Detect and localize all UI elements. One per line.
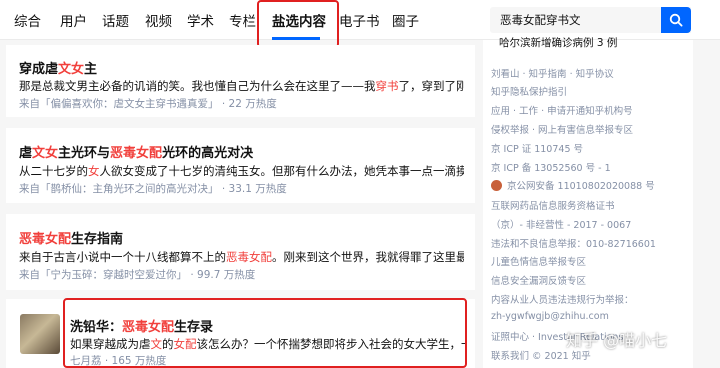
result-card[interactable]: 恶毒女配生存指南 来自于古言小说中一个十八线都算不上的恶毒女配。刚来到这个世界，… xyxy=(6,214,475,290)
keyword-highlight: 文女 xyxy=(32,146,59,161)
result-meta: 来自「偏偏喜欢你：虐文女主穿书遇真爱」 · 22 万热度 xyxy=(19,98,277,110)
result-meta: 来自「鹊桥仙：主角光环之间的高光对决」 · 33.1 万热度 xyxy=(19,183,287,195)
result-title[interactable]: 虐文女主光环与恶毒女配光环的高光对决 xyxy=(19,142,253,161)
result-thumbnail[interactable] xyxy=(20,314,60,354)
search-icon xyxy=(669,13,683,27)
tab-ebooks[interactable]: 电子书 xyxy=(339,10,380,30)
security-feedback[interactable]: 信息安全漏洞反馈专区 xyxy=(491,273,586,287)
result-card[interactable]: 穿成虐文女主 那是总裁文男主必备的讥诮的笑。我也懂自己为什么会在这里了——我穿书… xyxy=(6,45,475,117)
watermark: 知乎 @喵小七 xyxy=(566,331,668,350)
police-record: 京公网安备 11010802020088 号 xyxy=(491,178,655,192)
annotation-box-result xyxy=(63,298,467,368)
result-excerpt: 那是总裁文男主必备的讥诮的笑。我也懂自己为什么会在这里了——我穿书了，穿到了刚看… xyxy=(19,78,464,94)
text-segment: 生存指南 xyxy=(71,232,124,247)
report-link[interactable]: 侵权举报 · 网上有害信息举报专区 xyxy=(491,122,633,136)
drug-cert: 互联网药品信息服务资格证书 xyxy=(491,201,615,212)
privacy-link[interactable]: 知乎隐私保护指引 xyxy=(491,84,567,98)
illegal-report[interactable]: 违法和不良信息举报：010-82716601 xyxy=(491,236,656,250)
tab-circles[interactable]: 圈子 xyxy=(392,10,419,30)
footer-links-text[interactable]: 刘看山 · 知乎指南 · 知乎协议 xyxy=(491,69,614,80)
top-nav: 综合 用户 话题 视频 学术 专栏 盐选内容 电子书 圈子 恶毒女配穿书文 xyxy=(0,0,720,40)
trending-news[interactable]: 哈尔滨新增确诊病例 3 例 xyxy=(499,35,617,50)
report-email[interactable]: zh-ygwfwgjb@zhihu.com xyxy=(491,311,609,322)
text-segment: 穿成虐 xyxy=(19,62,59,77)
keyword-highlight: 恶毒女配 xyxy=(110,146,163,161)
text-segment: 人欲女变成了十七岁的清纯玉女。但那有什么办法，她凭本事一点一滴摸索了四年多... xyxy=(99,164,465,178)
text-segment: 。刚来到这个世界，我就得罪了这里最不能得罪的... xyxy=(272,250,464,264)
search-query: 恶毒女配穿书文 xyxy=(500,13,581,27)
keyword-highlight: 穿书 xyxy=(375,79,399,93)
keyword-highlight: 恶毒女配 xyxy=(226,250,272,264)
sidebar-footer: 哈尔滨新增确诊病例 3 例 刘看山 · 知乎指南 · 知乎协议 知乎隐私保护指引… xyxy=(483,37,693,368)
staff-report: 内容从业人员违法违规行为举报： xyxy=(491,295,634,306)
result-card[interactable]: 虐文女主光环与恶毒女配光环的高光对决 从二十七岁的女人欲女变成了十七岁的清纯玉女… xyxy=(6,128,475,203)
result-meta: 来自「宁为玉碎：穿越时空爱过你」 · 99.7 万热度 xyxy=(19,269,256,281)
keyword-highlight: 文女 xyxy=(58,62,85,77)
drug-cert-number: （京）- 非经营性 - 2017 - 0067 xyxy=(491,220,632,231)
result-excerpt: 来自于古言小说中一个十八线都算不上的恶毒女配。刚来到这个世界，我就得罪了这里最不… xyxy=(19,249,464,265)
text-segment: 主 xyxy=(84,62,98,77)
annotation-box-tab xyxy=(257,0,339,48)
text-segment: 光环的高光对决 xyxy=(162,146,254,161)
footer-links[interactable]: 刘看山 · 知乎指南 · 知乎协议 xyxy=(491,66,614,80)
keyword-highlight: 女 xyxy=(88,164,100,178)
search-button[interactable] xyxy=(661,7,691,33)
tab-users[interactable]: 用户 xyxy=(60,10,87,30)
tab-topics[interactable]: 话题 xyxy=(102,10,129,30)
text-segment: 从二十七岁的 xyxy=(19,164,88,178)
text-segment: 那是总裁文男主必备的讥诮的笑。我也懂自己为什么会在这里了——我 xyxy=(19,79,376,93)
tab-columns[interactable]: 专栏 xyxy=(229,10,256,30)
child-report[interactable]: 儿童色情信息举报专区 xyxy=(491,254,586,268)
icp-record: 京 ICP 备 13052560 号 - 1 xyxy=(491,163,611,174)
police-badge-icon xyxy=(491,180,502,191)
result-title[interactable]: 恶毒女配生存指南 xyxy=(19,228,123,247)
text-segment: 了，穿到了刚看完的究极... xyxy=(398,79,465,93)
text-segment: 主光环与 xyxy=(58,146,111,161)
police-record-text: 京公网安备 11010802020088 号 xyxy=(507,181,655,192)
tab-academic[interactable]: 学术 xyxy=(187,10,214,30)
tab-comprehensive[interactable]: 综合 xyxy=(14,10,41,30)
result-title[interactable]: 穿成虐文女主 xyxy=(19,58,97,77)
org-account-link[interactable]: 应用 · 工作 · 申请开通知乎机构号 xyxy=(491,103,633,117)
text-segment: 来自于古言小说中一个十八线都算不上的 xyxy=(19,250,226,264)
tab-videos[interactable]: 视频 xyxy=(145,10,172,30)
text-segment: 虐 xyxy=(19,146,33,161)
icp-license: 京 ICP 证 110745 号 xyxy=(491,144,584,155)
keyword-highlight: 恶毒女配 xyxy=(19,232,72,247)
result-excerpt: 从二十七岁的女人欲女变成了十七岁的清纯玉女。但那有什么办法，她凭本事一点一滴摸索… xyxy=(19,163,464,179)
